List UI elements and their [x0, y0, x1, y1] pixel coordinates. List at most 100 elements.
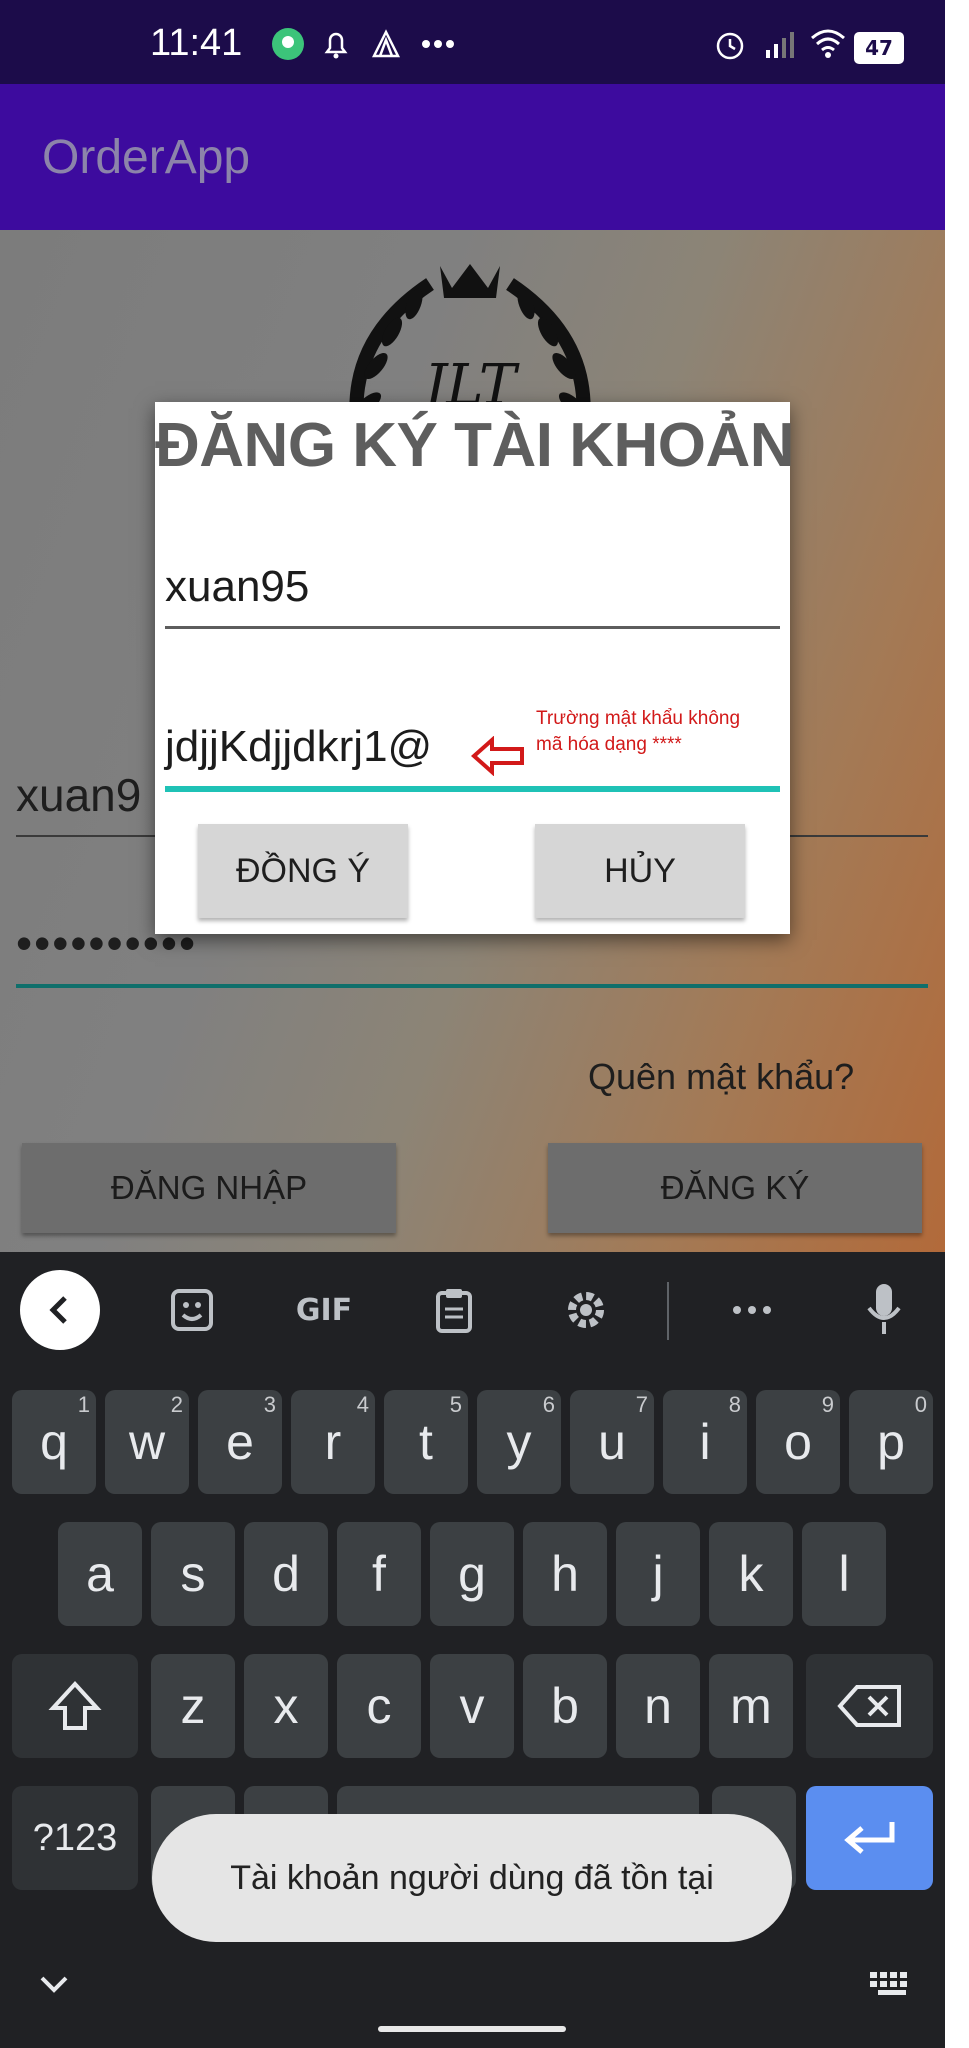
sticker-icon: [171, 1289, 213, 1331]
key-t[interactable]: t5: [384, 1390, 468, 1494]
annotation-note: Trường mật khẩu không mã hóa dạng ****: [536, 706, 776, 758]
key-y[interactable]: y6: [477, 1390, 561, 1494]
backspace-key[interactable]: [806, 1654, 933, 1758]
clipboard-button[interactable]: [414, 1270, 494, 1350]
key-z[interactable]: z: [151, 1654, 235, 1758]
key-j[interactable]: j: [616, 1522, 700, 1626]
microphone-icon: [867, 1284, 901, 1334]
key-k[interactable]: k: [709, 1522, 793, 1626]
forgot-password-link[interactable]: Quên mật khẩu?: [588, 1056, 854, 1098]
battery-icon: 47: [854, 32, 904, 64]
key-hint: 3: [263, 1392, 276, 1417]
toast-message: Tài khoản người dùng đã tồn tại: [152, 1814, 792, 1942]
register-username-input[interactable]: xuan95: [165, 562, 780, 629]
confirm-button[interactable]: ĐỒNG Ý: [198, 824, 408, 918]
collapse-toolbar-button[interactable]: [20, 1270, 100, 1350]
key-i[interactable]: i8: [663, 1390, 747, 1494]
key-label: t: [419, 1414, 433, 1470]
symbols-key[interactable]: ?123: [12, 1786, 138, 1890]
alarm-icon: [712, 26, 752, 62]
arrow-left-icon: [470, 736, 524, 776]
annotation-line-2: mã hóa dạng ****: [536, 734, 682, 755]
enter-icon: [843, 1822, 894, 1854]
key-label: y: [506, 1414, 532, 1470]
navigation-app-icon: [368, 26, 408, 62]
key-label: q: [40, 1414, 68, 1470]
shift-key[interactable]: [12, 1654, 138, 1758]
key-label: i: [699, 1414, 711, 1470]
key-v[interactable]: v: [430, 1654, 514, 1758]
status-time: 11:41: [150, 22, 243, 64]
keyboard-icon: [870, 1972, 907, 1995]
key-f[interactable]: f: [337, 1522, 421, 1626]
key-n[interactable]: n: [616, 1654, 700, 1758]
settings-button[interactable]: [546, 1270, 626, 1350]
key-q[interactable]: q1: [12, 1390, 96, 1494]
signal-icon: [762, 26, 802, 62]
key-hint: 1: [77, 1392, 90, 1417]
key-h[interactable]: h: [523, 1522, 607, 1626]
shift-icon: [48, 1681, 102, 1730]
key-hint: 6: [542, 1392, 555, 1417]
clipboard-icon: [436, 1289, 472, 1333]
key-hint: 8: [728, 1392, 741, 1417]
backspace-icon: [836, 1685, 901, 1727]
key-label: w: [128, 1414, 166, 1470]
key-d[interactable]: d: [244, 1522, 328, 1626]
key-hint: 7: [635, 1392, 648, 1417]
login-password-underline: [16, 984, 928, 988]
toolbar-divider: [667, 1282, 669, 1340]
key-l[interactable]: l: [802, 1522, 886, 1626]
key-p[interactable]: p0: [849, 1390, 933, 1494]
key-hint: 5: [449, 1392, 462, 1417]
annotation-line-1: Trường mật khẩu không: [536, 708, 741, 729]
app-title: OrderApp: [42, 131, 251, 184]
key-label: o: [784, 1414, 812, 1470]
register-dialog: ĐĂNG KÝ TÀI KHOẢN xuan95 jdjjKdjjdkrj1@ …: [155, 402, 795, 934]
enter-key[interactable]: [806, 1786, 933, 1890]
key-c[interactable]: c: [337, 1654, 421, 1758]
sticker-button[interactable]: [152, 1270, 232, 1350]
key-hint: 0: [914, 1392, 927, 1417]
key-u[interactable]: u7: [570, 1390, 654, 1494]
key-hint: 2: [170, 1392, 183, 1417]
key-label: e: [226, 1414, 254, 1470]
location-icon: [270, 26, 310, 62]
key-o[interactable]: o9: [756, 1390, 840, 1494]
screen-edge: [945, 0, 969, 2048]
key-s[interactable]: s: [151, 1522, 235, 1626]
key-r[interactable]: r4: [291, 1390, 375, 1494]
key-a[interactable]: a: [58, 1522, 142, 1626]
gesture-nav-handle[interactable]: [378, 2026, 566, 2032]
wifi-icon: [808, 26, 848, 62]
battery-level: 47: [865, 36, 893, 60]
bell-icon: [318, 26, 358, 62]
key-b[interactable]: b: [523, 1654, 607, 1758]
key-m[interactable]: m: [709, 1654, 793, 1758]
chevron-left-icon: [49, 1296, 67, 1324]
login-username-value[interactable]: xuan9: [16, 768, 141, 822]
chevron-down-icon: [40, 1976, 68, 1993]
key-hint: 4: [356, 1392, 369, 1417]
login-button[interactable]: ĐĂNG NHẬP: [22, 1143, 396, 1233]
more-horizontal-icon: [733, 1306, 771, 1314]
voice-input-button[interactable]: [844, 1270, 924, 1350]
key-label: p: [877, 1414, 905, 1470]
key-label: u: [598, 1414, 626, 1470]
dialog-title: ĐĂNG KÝ TÀI KHOẢN: [155, 411, 795, 480]
key-hint: 9: [821, 1392, 834, 1417]
more-options-button[interactable]: [712, 1270, 792, 1350]
register-button[interactable]: ĐĂNG KÝ: [548, 1143, 922, 1233]
more-notifications-icon: [418, 26, 458, 62]
gif-button[interactable]: GIF: [282, 1270, 366, 1350]
hide-keyboard-button[interactable]: [34, 1970, 74, 2000]
key-w[interactable]: w2: [105, 1390, 189, 1494]
status-bar: 11:41 47: [0, 0, 945, 84]
key-g[interactable]: g: [430, 1522, 514, 1626]
key-label: r: [324, 1414, 342, 1470]
gear-icon: [568, 1292, 604, 1328]
key-e[interactable]: e3: [198, 1390, 282, 1494]
cancel-button[interactable]: HỦY: [535, 824, 745, 918]
key-x[interactable]: x: [244, 1654, 328, 1758]
switch-keyboard-button[interactable]: [868, 1968, 916, 2000]
